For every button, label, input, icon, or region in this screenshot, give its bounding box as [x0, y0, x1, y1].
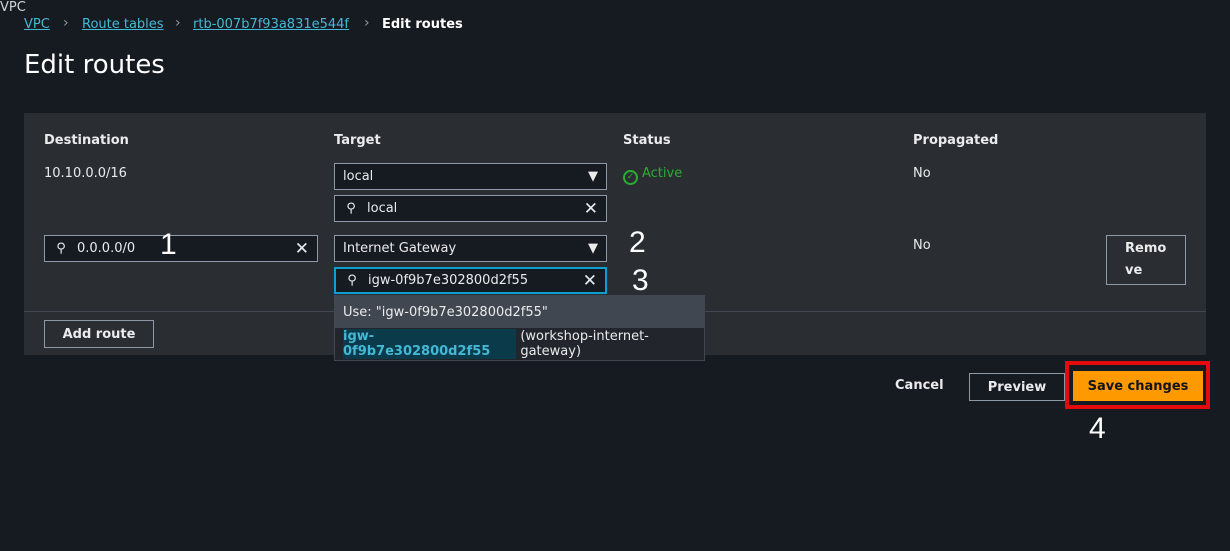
destination-input-value: 0.0.0.0/0: [77, 241, 136, 256]
annotation-3: 3: [632, 264, 649, 297]
breadcrumb-route-table-id[interactable]: rtb-007b7f93a831e544f: [193, 17, 349, 32]
target-select-value: Internet Gateway: [343, 241, 457, 256]
search-icon: ⚲: [56, 241, 66, 256]
annotation-1: 1: [160, 228, 177, 261]
save-changes-button[interactable]: Save changes: [1073, 371, 1203, 401]
target-search-input[interactable]: ⚲ local ✕: [334, 195, 607, 222]
caret-down-icon: ▼: [588, 169, 598, 184]
target-select[interactable]: local ▼: [334, 163, 607, 190]
clear-icon[interactable]: ✕: [583, 271, 597, 291]
search-icon: ⚲: [347, 273, 357, 288]
annotation-2: 2: [629, 226, 646, 259]
chevron-right-icon: ›: [364, 15, 370, 31]
page-title: Edit routes: [24, 50, 165, 80]
header-propagated: Propagated: [913, 133, 999, 148]
target-search-input[interactable]: ⚲ igw-0f9b7e302800d2f55 ✕: [334, 267, 607, 294]
header-destination: Destination: [44, 133, 129, 148]
option-match: igw-0f9b7e302800d2f55: [343, 329, 517, 359]
preview-button[interactable]: Preview: [969, 373, 1065, 401]
destination-input[interactable]: ⚲ 0.0.0.0/0 ✕: [44, 235, 318, 262]
header-target: Target: [334, 133, 381, 148]
target-search-value: igw-0f9b7e302800d2f55: [368, 273, 529, 288]
breadcrumb-current: Edit routes: [382, 17, 463, 32]
clear-icon[interactable]: ✕: [584, 199, 598, 219]
caret-down-icon: ▼: [588, 241, 598, 256]
search-icon: ⚲: [346, 201, 356, 216]
target-select[interactable]: Internet Gateway ▼: [334, 235, 607, 262]
target-dropdown: Use: "igw-0f9b7e302800d2f55" igw-0f9b7e3…: [334, 295, 705, 361]
cancel-button[interactable]: Cancel: [895, 378, 944, 393]
header-status: Status: [623, 133, 671, 148]
propagated-value: No: [913, 238, 931, 253]
annotation-4: 4: [1089, 412, 1106, 445]
dropdown-option-use[interactable]: Use: "igw-0f9b7e302800d2f55": [335, 296, 704, 328]
clear-icon[interactable]: ✕: [295, 239, 309, 259]
option-name: (workshop-internet-gateway): [520, 329, 649, 359]
chevron-right-icon: ›: [175, 15, 181, 31]
target-select-value: local: [343, 169, 374, 184]
target-search-value: local: [367, 201, 398, 216]
remove-button[interactable]: Remo ve: [1106, 235, 1186, 285]
chevron-right-icon: ›: [63, 15, 69, 31]
status-text: Active: [642, 166, 683, 181]
add-route-button[interactable]: Add route: [44, 320, 154, 348]
check-circle-icon: ✓: [623, 170, 638, 185]
status-badge: ✓ Active: [623, 166, 682, 185]
breadcrumb-vpc[interactable]: VPC: [24, 17, 50, 32]
propagated-value: No: [913, 166, 931, 181]
dropdown-option-igw[interactable]: igw-0f9b7e302800d2f55 (workshop-internet…: [335, 328, 704, 360]
destination-value: 10.10.0.0/16: [44, 166, 127, 181]
breadcrumb-route-tables[interactable]: Route tables: [82, 17, 164, 32]
